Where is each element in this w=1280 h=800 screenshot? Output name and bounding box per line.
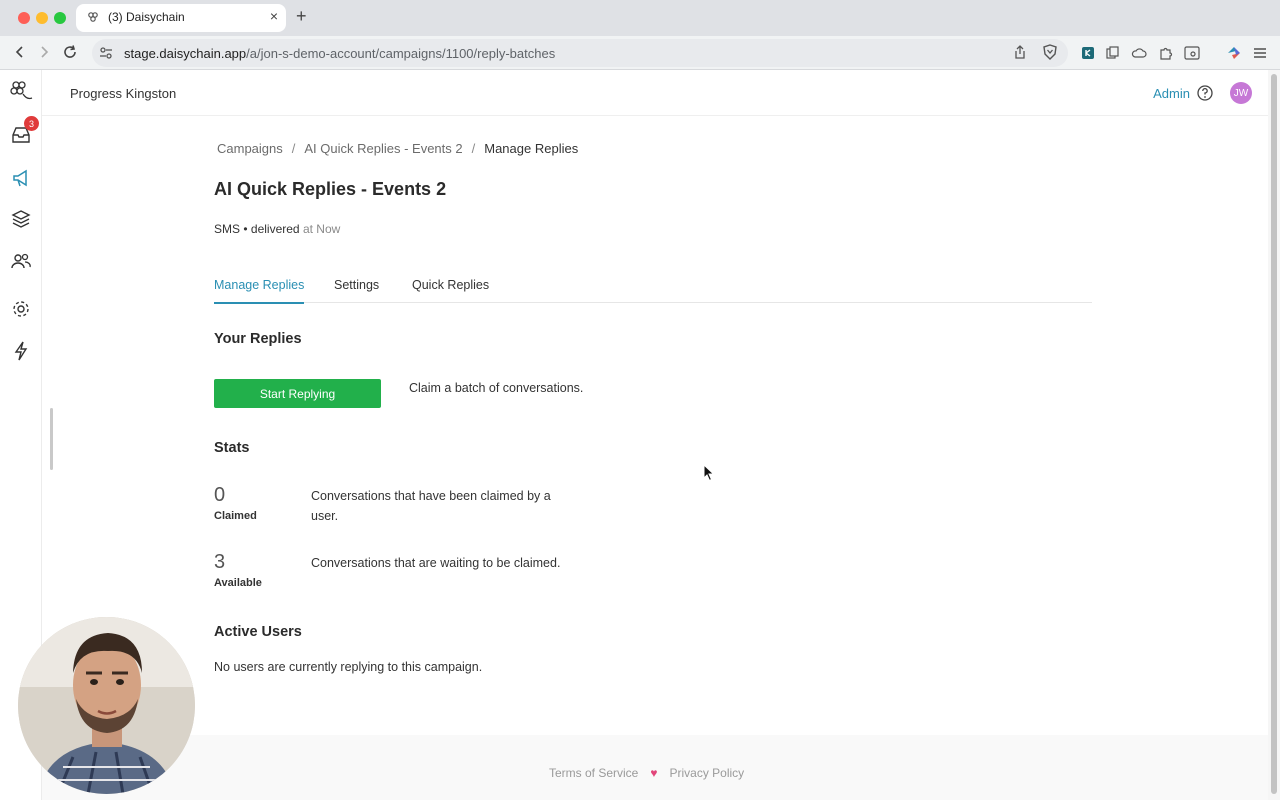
breadcrumb-current: Manage Replies <box>484 141 579 156</box>
available-label: Available <box>214 577 262 589</box>
your-replies-heading: Your Replies <box>214 331 302 347</box>
organization-name[interactable]: Progress Kingston <box>70 86 176 101</box>
scrollbar-thumb[interactable] <box>1271 74 1277 794</box>
window-maximize-button[interactable] <box>54 12 66 24</box>
active-users-heading: Active Users <box>214 624 302 640</box>
campaigns-megaphone-icon[interactable] <box>8 165 34 191</box>
breadcrumb-campaigns[interactable]: Campaigns <box>217 141 283 156</box>
lightning-icon[interactable] <box>8 338 34 364</box>
mouse-cursor-icon <box>703 464 715 482</box>
status-label: delivered <box>250 222 300 236</box>
share-icon[interactable] <box>1012 44 1028 60</box>
daisychain-favicon-icon <box>88 12 98 22</box>
window-minimize-button[interactable] <box>36 12 48 24</box>
admin-link[interactable]: Admin <box>1153 86 1190 101</box>
url-text[interactable]: stage.daisychain.app/a/jon-s-demo-accoun… <box>124 46 555 61</box>
channel-label: SMS <box>214 222 241 236</box>
cloud-icon[interactable] <box>1131 45 1147 61</box>
sidebar-panel-icon[interactable] <box>1184 45 1200 61</box>
claimed-count: 0 <box>214 484 226 506</box>
site-settings-icon[interactable] <box>98 45 114 61</box>
window-close-button[interactable] <box>18 12 30 24</box>
status-time: at Now <box>302 222 341 236</box>
terms-of-service-link[interactable]: Terms of Service <box>549 766 638 780</box>
browser-tab-title: (3) Daisychain <box>108 10 185 24</box>
browser-tab[interactable]: (3) Daisychain × <box>76 4 286 32</box>
browser-tab-bar: (3) Daisychain × + <box>0 0 1280 36</box>
inbox-icon[interactable]: 3 <box>8 116 39 148</box>
start-replying-button[interactable]: Start Replying <box>214 379 381 408</box>
inbox-badge: 3 <box>24 116 39 131</box>
sidebar-resize-handle[interactable] <box>50 408 53 470</box>
tab-quick-replies[interactable]: Quick Replies <box>412 278 489 292</box>
page-tabs: Manage Replies Settings Quick Replies <box>214 270 1092 304</box>
copy-icon[interactable] <box>1105 45 1121 61</box>
available-count: 3 <box>214 551 226 573</box>
presenter-webcam-video <box>18 617 195 794</box>
new-tab-button[interactable]: + <box>296 6 307 27</box>
settings-gear-icon[interactable] <box>8 296 34 322</box>
url-path: /a/jon-s-demo-account/campaigns/1100/rep… <box>246 46 556 61</box>
forward-arrow-icon[interactable] <box>34 42 54 62</box>
page-footer: Terms of Service ♥ Privacy Policy <box>42 735 1268 800</box>
page-scrollbar[interactable] <box>1268 70 1280 800</box>
layers-icon[interactable] <box>8 206 34 232</box>
breadcrumb-separator: / <box>291 141 296 156</box>
url-domain: stage.daisychain.app <box>124 46 247 61</box>
tab-settings[interactable]: Settings <box>334 278 379 292</box>
page-title: AI Quick Replies - Events 2 <box>214 179 447 199</box>
user-avatar[interactable]: JW <box>1230 82 1252 104</box>
back-arrow-icon[interactable] <box>10 42 30 62</box>
breadcrumb-separator: / <box>471 141 476 156</box>
help-icon[interactable] <box>1196 84 1214 102</box>
extension-bookmark-icon[interactable] <box>1080 45 1096 61</box>
breadcrumb: Campaigns / AI Quick Replies - Events 2 / Ma… <box>217 141 578 156</box>
campaign-status-line: SMS • delivered at Now <box>214 222 341 236</box>
active-users-empty-text: No users are currently replying to this … <box>214 660 483 674</box>
daisychain-logo-icon[interactable] <box>8 78 34 104</box>
brave-shield-icon[interactable] <box>1042 44 1058 60</box>
people-icon[interactable] <box>8 248 34 274</box>
heart-icon: ♥ <box>650 766 658 780</box>
available-description: Conversations that are waiting to be cla… <box>311 556 561 570</box>
browser-toolbar: stage.daisychain.app/a/jon-s-demo-accoun… <box>0 36 1280 70</box>
reload-icon[interactable] <box>60 42 80 62</box>
stats-heading: Stats <box>214 440 250 456</box>
claim-description: Claim a batch of conversations. <box>409 381 584 395</box>
extensions-puzzle-icon[interactable] <box>1158 45 1174 61</box>
address-bar[interactable]: stage.daisychain.app/a/jon-s-demo-accoun… <box>92 39 1068 67</box>
tab-manage-replies[interactable]: Manage Replies <box>214 278 305 304</box>
claimed-description: Conversations that have been claimed by … <box>311 489 551 523</box>
privacy-policy-link[interactable]: Privacy Policy <box>669 766 744 780</box>
claimed-label: Claimed <box>214 510 257 522</box>
menu-icon[interactable] <box>1252 45 1268 61</box>
app-header: Progress Kingston Admin JW <box>42 70 1268 116</box>
tab-close-icon[interactable]: × <box>270 8 278 24</box>
wallet-icon[interactable] <box>1226 45 1242 61</box>
breadcrumb-campaign[interactable]: AI Quick Replies - Events 2 <box>304 141 462 156</box>
